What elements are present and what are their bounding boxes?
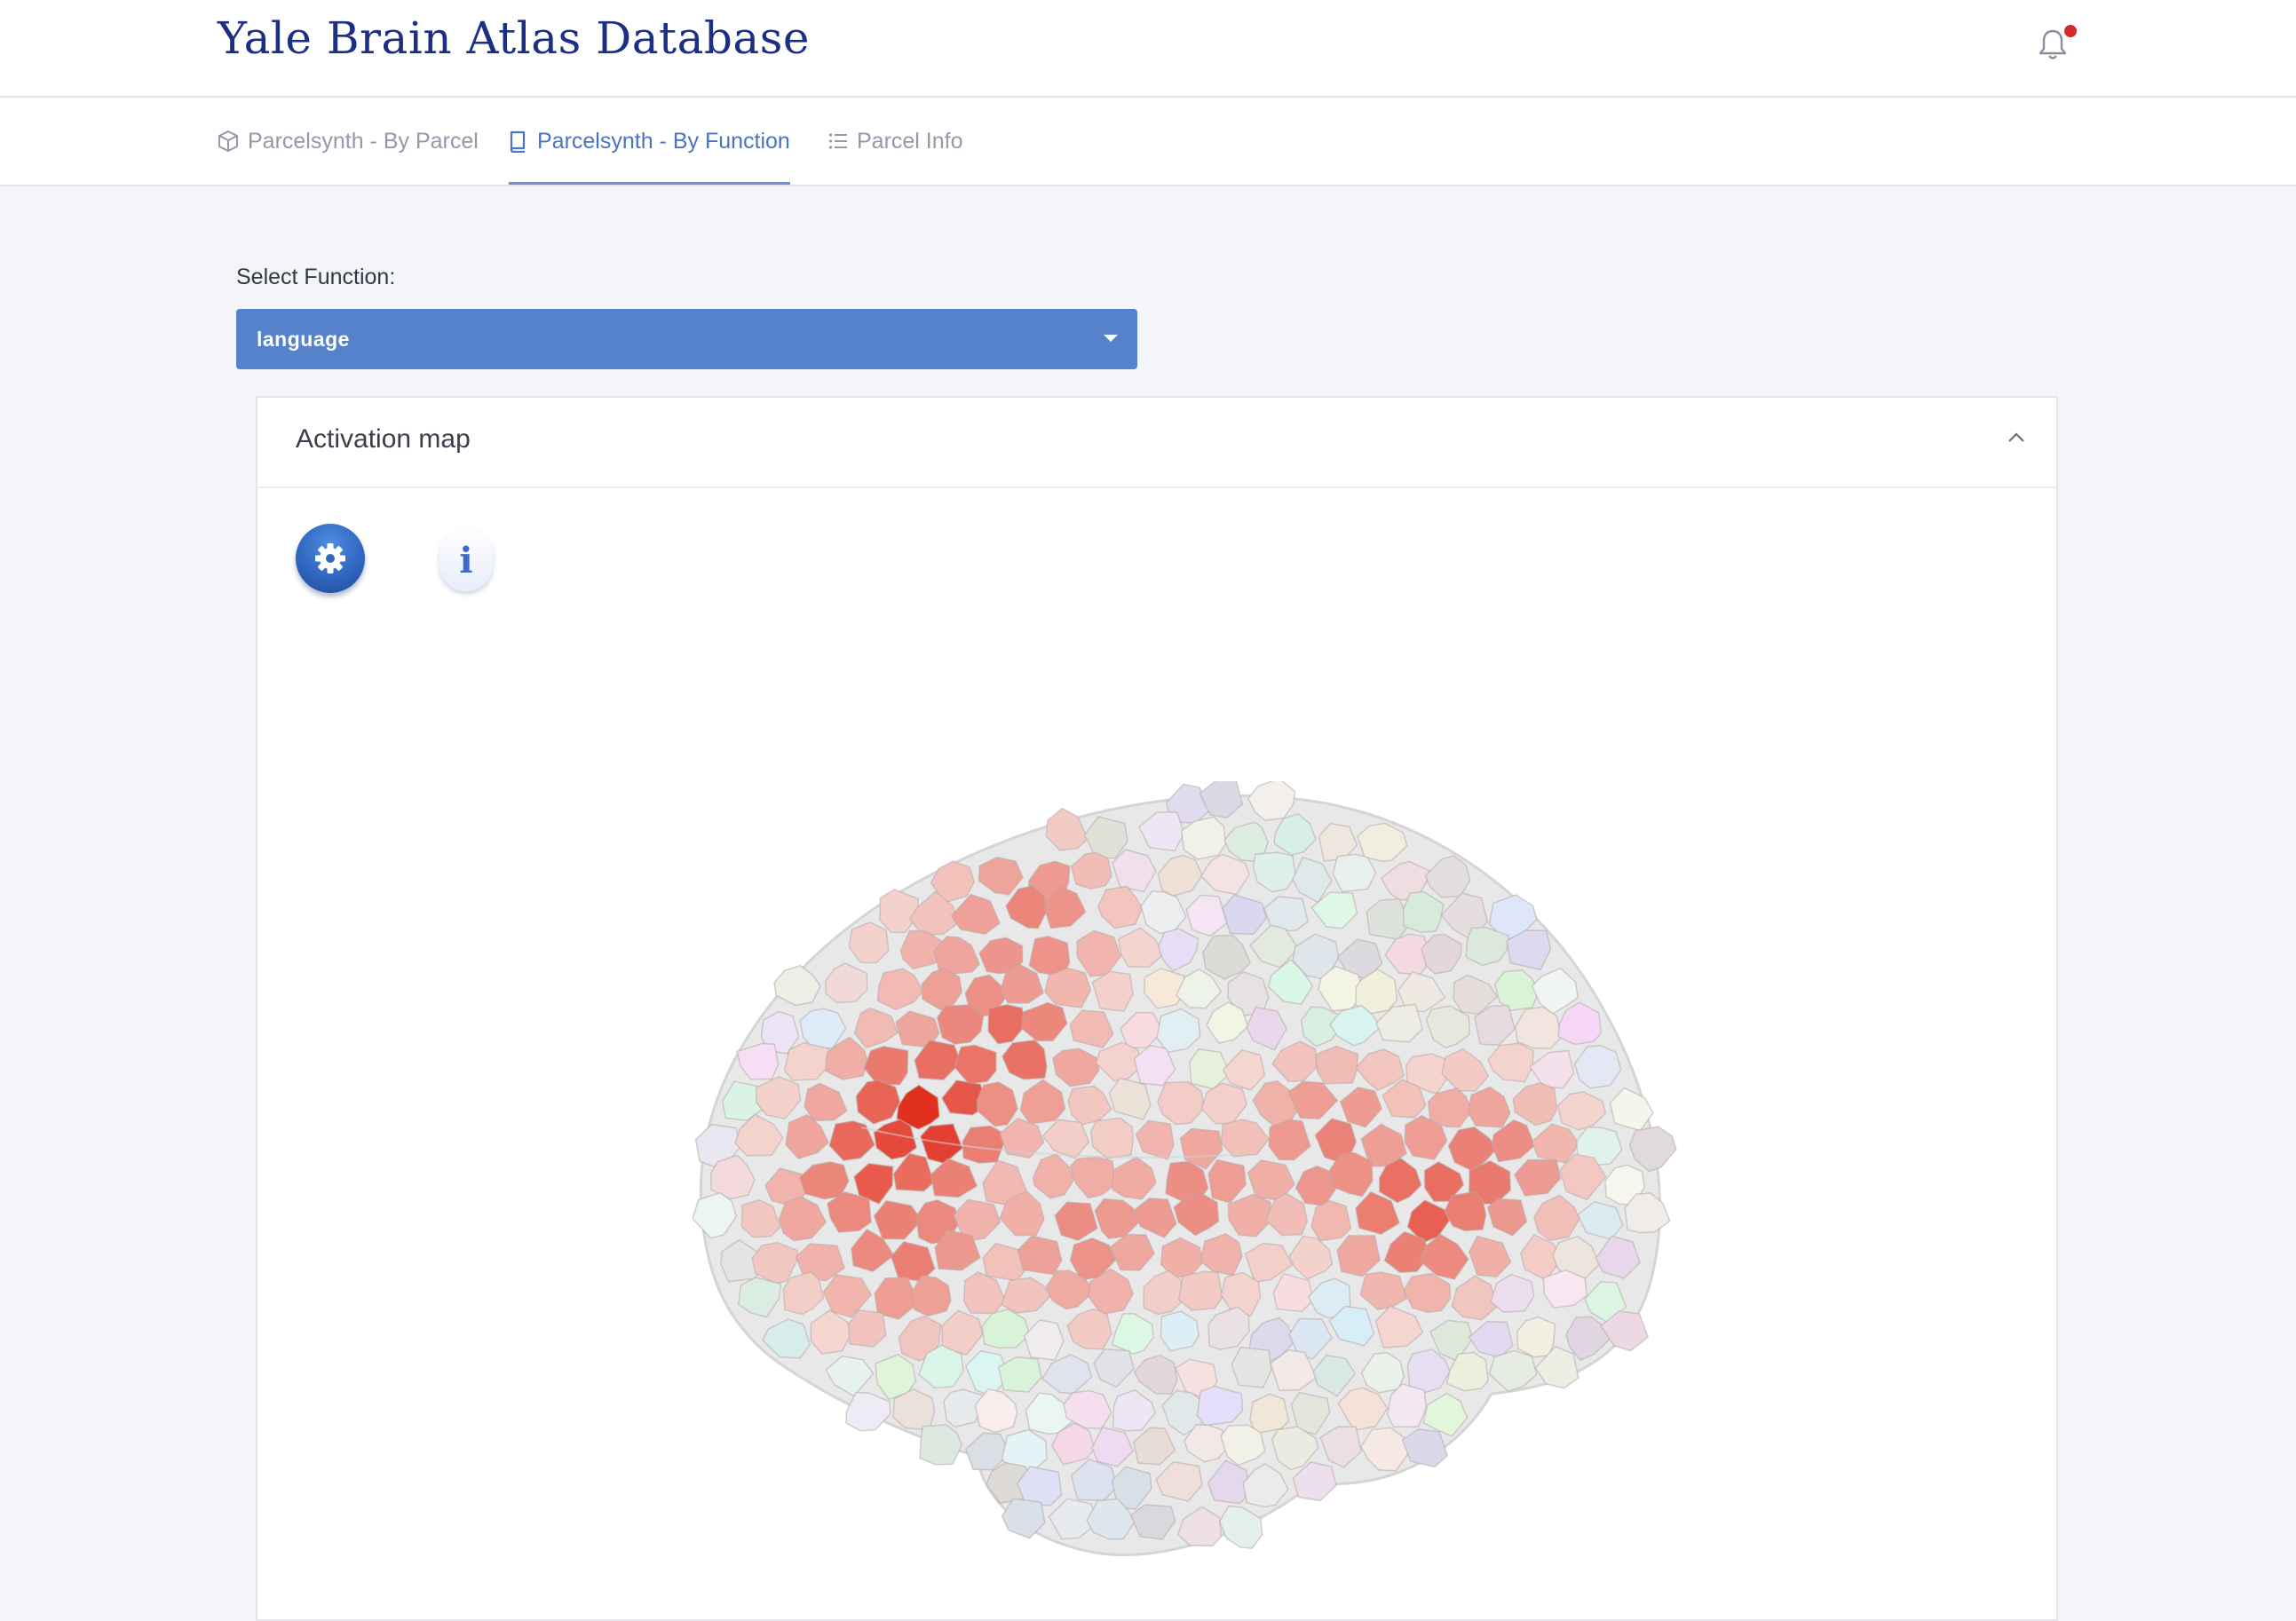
top-header: Yale Brain Atlas Database	[0, 0, 2296, 98]
select-function-label: Select Function:	[236, 265, 396, 289]
cube-icon	[218, 130, 238, 152]
brain-parcel	[1332, 853, 1377, 893]
brain-parcel	[1624, 1192, 1671, 1234]
list-icon	[828, 133, 847, 149]
tab-label: Parcelsynth - By Parcel	[248, 128, 479, 154]
info-button[interactable]: i	[439, 529, 493, 591]
function-select[interactable]: language	[236, 309, 1137, 369]
brain-parcel	[1177, 1270, 1223, 1311]
info-icon: i	[459, 539, 473, 581]
tab-parcelsynth-by-parcel[interactable]: Parcelsynth - By Parcel	[218, 98, 479, 185]
gear-icon	[315, 543, 345, 573]
function-select-value: language	[257, 327, 350, 351]
brain-parcel	[1315, 1045, 1359, 1085]
caret-down-icon	[1104, 335, 1118, 342]
book-icon	[510, 130, 526, 153]
panel-title: Activation map	[296, 424, 471, 454]
brain-parcel	[1310, 1199, 1352, 1242]
tab-label: Parcel Info	[857, 128, 963, 154]
settings-button[interactable]	[296, 524, 365, 593]
tab-parcel-info[interactable]: Parcel Info	[828, 98, 963, 185]
tab-bar: Parcelsynth - By Parcel Parcelsynth - By…	[0, 98, 2296, 186]
brain-parcel	[847, 1309, 887, 1348]
tab-parcelsynth-by-function[interactable]: Parcelsynth - By Function	[509, 98, 790, 185]
brain-parcel	[1231, 1346, 1272, 1388]
panel-header[interactable]: Activation map	[257, 398, 2056, 488]
notification-dot	[2064, 25, 2077, 37]
chevron-up-icon[interactable]	[2007, 431, 2026, 444]
app-title: Yale Brain Atlas Database	[218, 12, 810, 64]
tab-label: Parcelsynth - By Function	[537, 128, 790, 154]
brain-3d-viewer[interactable]	[693, 781, 1687, 1562]
